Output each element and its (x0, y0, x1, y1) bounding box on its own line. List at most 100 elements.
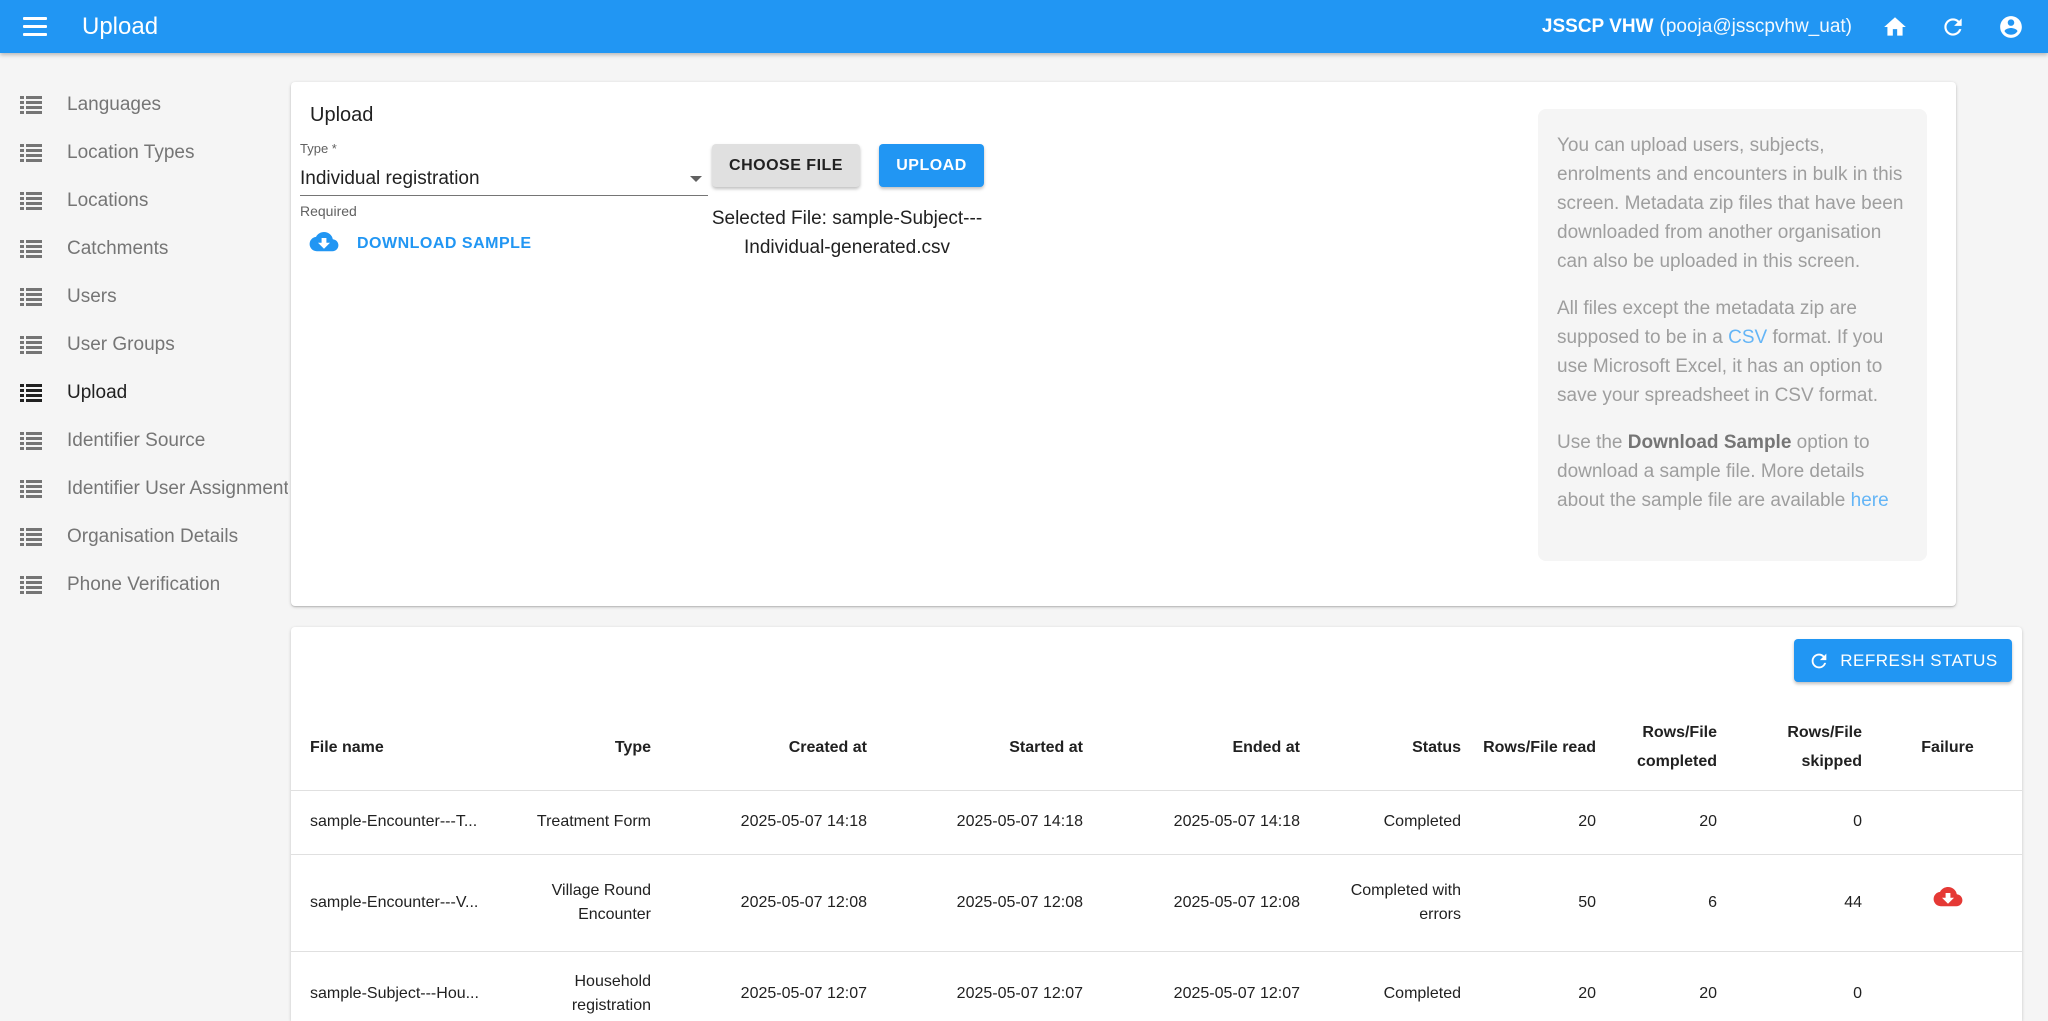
sidebar-item-label: Locations (67, 190, 149, 211)
download-error-file-icon[interactable] (1933, 886, 1963, 911)
list-icon (20, 288, 42, 306)
cell-rows-completed: 6 (1607, 854, 1728, 952)
sidebar-item-label: Location Types (67, 142, 195, 163)
sidebar-item-users[interactable]: Users (0, 273, 288, 321)
cell-ended-at: 2025-05-07 14:18 (1094, 790, 1311, 855)
upload-button[interactable]: UPLOAD (879, 144, 984, 187)
list-icon (20, 336, 42, 354)
list-icon (20, 192, 42, 210)
type-helper-text: Required (300, 203, 357, 219)
cloud-download-icon (309, 232, 339, 252)
sidebar-item-label: Languages (67, 94, 162, 115)
cell-rows-completed: 20 (1607, 951, 1728, 1021)
cell-started-at: 2025-05-07 12:08 (878, 854, 1094, 952)
refresh-status-label: REFRESH STATUS (1840, 650, 1998, 670)
account-circle-icon[interactable] (1996, 12, 2026, 42)
cell-started-at: 2025-05-07 14:18 (878, 790, 1094, 855)
table-header-row: File name Type Created at Started at End… (291, 705, 2022, 791)
column-header-type[interactable]: Type (504, 705, 662, 791)
upload-info-box: You can upload users, subjects, enrolmen… (1538, 109, 1927, 561)
sidebar-item-catchments[interactable]: Catchments (0, 225, 288, 273)
home-icon[interactable] (1880, 12, 1910, 42)
list-icon (20, 96, 42, 114)
sidebar-item-languages[interactable]: Languages (0, 81, 288, 129)
cell-failure (1873, 854, 2022, 952)
table-row: sample-Encounter---V... Village Round En… (291, 854, 2022, 952)
cell-created-at: 2025-05-07 14:18 (662, 790, 878, 855)
choose-file-button[interactable]: CHOOSE FILE (712, 144, 860, 187)
cell-type: Treatment Form (504, 790, 662, 855)
menu-icon[interactable] (23, 11, 55, 43)
type-select[interactable]: Individual registration (300, 162, 708, 196)
list-icon (20, 480, 42, 498)
user-name: (pooja@jsscpvhw_uat) (1659, 15, 1853, 37)
cell-started-at: 2025-05-07 12:07 (878, 951, 1094, 1021)
caret-down-icon (690, 176, 702, 182)
list-icon (20, 576, 42, 594)
sidebar-item-organisation-details[interactable]: Organisation Details (0, 513, 288, 561)
column-header-ended-at[interactable]: Ended at (1094, 705, 1311, 791)
cell-file-name: sample-Encounter---T... (291, 790, 504, 855)
csv-link[interactable]: CSV (1728, 327, 1767, 348)
selected-file-text: Selected File: sample-Subject---Individu… (711, 208, 983, 258)
type-field-label: Type * (300, 141, 337, 156)
column-header-status[interactable]: Status (1311, 705, 1472, 791)
cell-rows-read: 20 (1472, 790, 1607, 855)
list-icon (20, 432, 42, 450)
cell-type: Village Round Encounter (504, 854, 662, 952)
here-link[interactable]: here (1851, 490, 1889, 511)
type-select-value: Individual registration (300, 167, 480, 189)
cell-status: Completed (1311, 951, 1472, 1021)
sidebar: Languages Location Types Locations Catch… (0, 53, 288, 1021)
sidebar-item-label: Users (67, 286, 117, 307)
list-icon (20, 528, 42, 546)
organisation-name: JSSCP VHW (1541, 15, 1654, 37)
refresh-icon[interactable] (1938, 12, 1968, 42)
sidebar-item-identifier-source[interactable]: Identifier Source (0, 417, 288, 465)
refresh-status-button[interactable]: REFRESH STATUS (1794, 639, 2012, 682)
info-paragraph-2: All files except the metadata zip are su… (1557, 298, 1884, 406)
cell-rows-read: 20 (1472, 951, 1607, 1021)
info-paragraph-1: You can upload users, subjects, enrolmen… (1557, 135, 1904, 272)
cell-type: Household registration (504, 951, 662, 1021)
sidebar-item-location-types[interactable]: Location Types (0, 129, 288, 177)
download-sample-button[interactable]: DOWNLOAD SAMPLE (309, 232, 532, 256)
cell-rows-completed: 20 (1607, 790, 1728, 855)
cell-failure (1873, 790, 2022, 855)
cell-rows-read: 50 (1472, 854, 1607, 952)
sidebar-item-user-groups[interactable]: User Groups (0, 321, 288, 369)
app-bar: Upload JSSCP VHW (pooja@jsscpvhw_uat) (0, 0, 2048, 53)
cell-created-at: 2025-05-07 12:08 (662, 854, 878, 952)
cell-rows-skipped: 0 (1728, 790, 1873, 855)
column-header-failure: Failure (1873, 705, 2022, 791)
column-header-created-at[interactable]: Created at (662, 705, 878, 791)
cell-status: Completed (1311, 790, 1472, 855)
sidebar-item-upload[interactable]: Upload (0, 369, 288, 417)
column-header-file-name[interactable]: File name (291, 705, 504, 791)
upload-card-title: Upload (310, 104, 374, 126)
cell-ended-at: 2025-05-07 12:08 (1094, 854, 1311, 952)
cell-file-name: sample-Encounter---V... (291, 854, 504, 952)
table-row: sample-Encounter---T... Treatment Form 2… (291, 790, 2022, 855)
upload-status-table: File name Type Created at Started at End… (291, 705, 2022, 1021)
page-title: Upload (82, 12, 159, 40)
cell-failure (1873, 951, 2022, 1021)
appbar-right: JSSCP VHW (pooja@jsscpvhw_uat) (1542, 12, 2026, 42)
sidebar-item-locations[interactable]: Locations (0, 177, 288, 225)
upload-card: Upload Type * Individual registration Re… (291, 82, 1956, 606)
sidebar-item-label: Organisation Details (67, 526, 239, 547)
cell-ended-at: 2025-05-07 12:07 (1094, 951, 1311, 1021)
sidebar-item-identifier-user-assignment[interactable]: Identifier User Assignment (0, 465, 288, 513)
list-icon (20, 384, 42, 402)
column-header-rows-skipped[interactable]: Rows/File skipped (1728, 705, 1873, 791)
sidebar-item-phone-verification[interactable]: Phone Verification (0, 561, 288, 609)
sidebar-item-label: Upload (67, 382, 128, 403)
cell-created-at: 2025-05-07 12:07 (662, 951, 878, 1021)
info-paragraph-3: Use the Download Sample option to downlo… (1557, 432, 1889, 511)
list-icon (20, 144, 42, 162)
list-icon (20, 240, 42, 258)
column-header-rows-read[interactable]: Rows/File read (1472, 705, 1607, 791)
column-header-rows-completed[interactable]: Rows/File completed (1607, 705, 1728, 791)
cell-rows-skipped: 0 (1728, 951, 1873, 1021)
column-header-started-at[interactable]: Started at (878, 705, 1094, 791)
